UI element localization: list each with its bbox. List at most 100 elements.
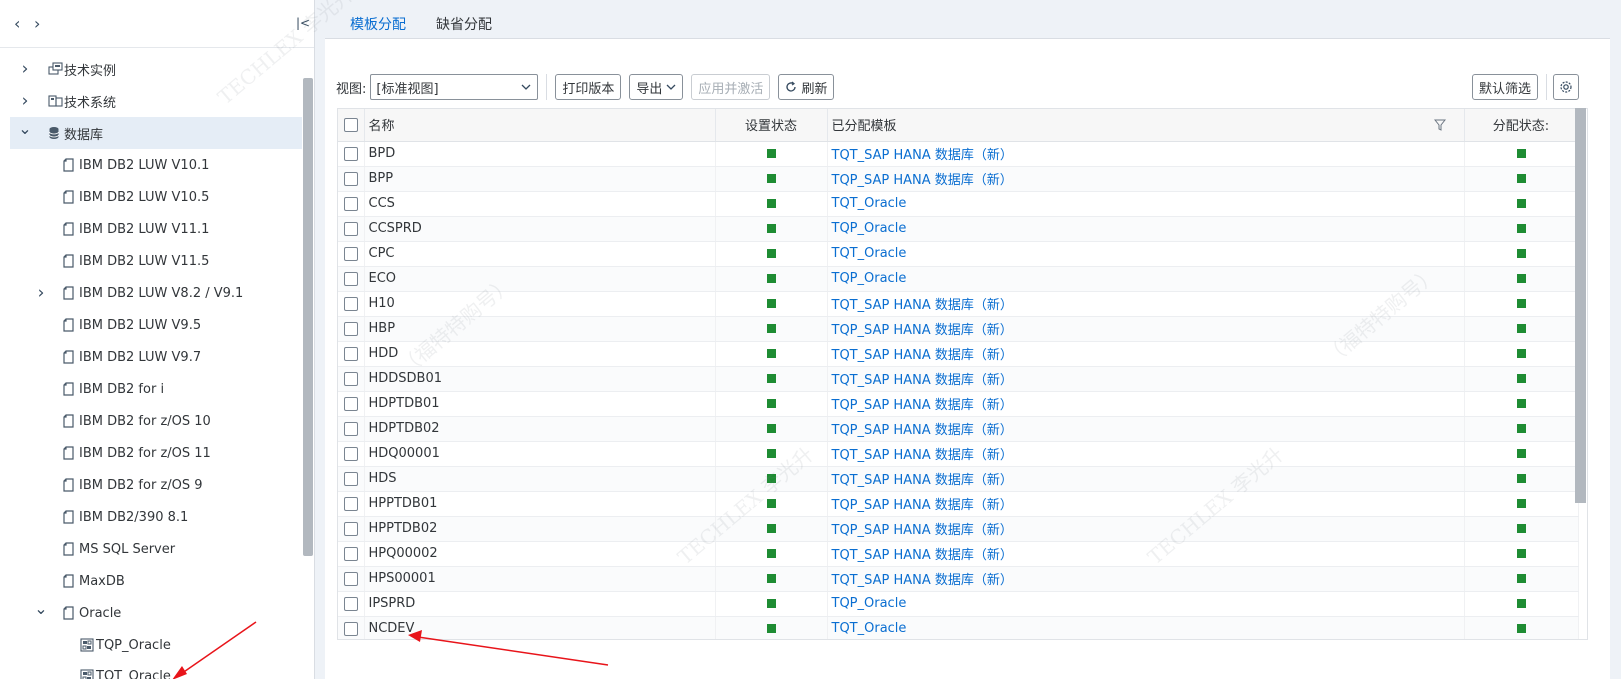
row-checkbox-cell[interactable] xyxy=(338,316,365,342)
row-checkbox[interactable] xyxy=(343,196,358,211)
row-checkbox-cell[interactable] xyxy=(338,416,365,442)
chevron-down-icon[interactable]: ⌄ xyxy=(34,599,48,618)
tree-scrollbar[interactable] xyxy=(303,78,313,556)
tree-item[interactable]: MS SQL Server xyxy=(10,533,302,565)
table-row[interactable]: BPD TQT_SAP HANA 数据库（新） xyxy=(338,141,1579,167)
column-header-name[interactable]: 名称 xyxy=(364,109,716,142)
table-scrollbar[interactable] xyxy=(1575,108,1586,503)
row-checkbox-cell[interactable] xyxy=(338,616,365,639)
row-checkbox[interactable] xyxy=(343,371,358,386)
tree-item[interactable]: › 技术实例 xyxy=(10,53,302,85)
chevron-right-icon[interactable]: › xyxy=(18,59,32,79)
apply-activate-button[interactable]: 应用并激活 xyxy=(691,74,771,100)
column-header-set-status[interactable]: 设置状态 xyxy=(715,109,828,142)
template-link[interactable]: TQT_Oracle xyxy=(832,246,907,261)
tree-item[interactable]: IBM DB2/390 8.1 xyxy=(10,501,302,533)
tree-item[interactable]: › 技术系统 xyxy=(10,85,302,117)
table-row[interactable]: ECO TQP_Oracle xyxy=(338,266,1579,292)
row-checkbox-cell[interactable] xyxy=(338,566,365,592)
row-checkbox-cell[interactable] xyxy=(338,241,365,267)
template-link[interactable]: TQT_Oracle xyxy=(832,196,907,211)
filter-icon[interactable] xyxy=(1433,119,1446,131)
tree-item[interactable]: ⌄ Oracle xyxy=(10,597,302,629)
tab-default-assignment[interactable]: 缺省分配 xyxy=(436,0,492,40)
refresh-button[interactable]: 刷新 xyxy=(778,74,835,100)
row-checkbox[interactable] xyxy=(343,546,358,561)
table-row[interactable]: NCDEV TQT_Oracle xyxy=(338,616,1579,639)
row-checkbox-cell[interactable] xyxy=(338,466,365,492)
row-checkbox[interactable] xyxy=(343,521,358,536)
chevron-right-icon[interactable]: › xyxy=(34,14,40,33)
collapse-left-icon[interactable]: |< xyxy=(296,16,310,30)
tab-template-assignment[interactable]: 模板分配 xyxy=(350,0,406,40)
table-row[interactable]: IPSPRD TQP_Oracle xyxy=(338,591,1579,617)
table-row[interactable]: CCSPRD TQP_Oracle xyxy=(338,216,1579,242)
template-link[interactable]: TQP_SAP HANA 数据库（新） xyxy=(832,173,1013,188)
tree-item[interactable]: IBM DB2 LUW V11.5 xyxy=(10,245,302,277)
table-row[interactable]: HDS TQT_SAP HANA 数据库（新） xyxy=(338,466,1579,492)
export-button[interactable]: 导出 xyxy=(629,74,684,100)
row-checkbox-cell[interactable] xyxy=(338,291,365,317)
template-link[interactable]: TQT_SAP HANA 数据库（新） xyxy=(832,348,1013,363)
row-checkbox-cell[interactable] xyxy=(338,366,365,392)
template-link[interactable]: TQP_SAP HANA 数据库（新） xyxy=(832,523,1013,538)
chevron-left-icon[interactable]: ‹ xyxy=(14,14,20,33)
template-link[interactable]: TQP_SAP HANA 数据库（新） xyxy=(832,498,1013,513)
select-all-checkbox[interactable] xyxy=(343,117,358,132)
tree-item[interactable]: IBM DB2 for z/OS 11 xyxy=(10,437,302,469)
column-header-assigned-template[interactable]: 已分配模板 xyxy=(827,109,1465,142)
table-row[interactable]: H10 TQT_SAP HANA 数据库（新） xyxy=(338,291,1579,317)
tree-item[interactable]: ⌄ 数据库 xyxy=(10,117,302,149)
row-checkbox[interactable] xyxy=(343,296,358,311)
row-checkbox[interactable] xyxy=(343,146,358,161)
row-checkbox[interactable] xyxy=(343,171,358,186)
tree-item[interactable]: MaxDB xyxy=(10,565,302,597)
table-row[interactable]: HBP TQP_SAP HANA 数据库（新） xyxy=(338,316,1579,342)
row-checkbox[interactable] xyxy=(343,346,358,361)
table-row[interactable]: CCS TQT_Oracle xyxy=(338,191,1579,217)
row-checkbox[interactable] xyxy=(343,271,358,286)
table-row[interactable]: BPP TQP_SAP HANA 数据库（新） xyxy=(338,166,1579,192)
row-checkbox[interactable] xyxy=(343,496,358,511)
table-row[interactable]: HPQ00002 TQT_SAP HANA 数据库（新） xyxy=(338,541,1579,567)
table-row[interactable]: HPS00001 TQT_SAP HANA 数据库（新） xyxy=(338,566,1579,592)
table-row[interactable]: HDPTDB02 TQP_SAP HANA 数据库（新） xyxy=(338,416,1579,442)
template-link[interactable]: TQP_Oracle xyxy=(832,271,907,286)
template-link[interactable]: TQP_SAP HANA 数据库（新） xyxy=(832,323,1013,338)
tree-item[interactable]: IBM DB2 LUW V9.5 xyxy=(10,309,302,341)
table-row[interactable]: CPC TQT_Oracle xyxy=(338,241,1579,267)
default-filter-button[interactable]: 默认筛选 xyxy=(1472,74,1539,100)
table-row[interactable]: HDDSDB01 TQT_SAP HANA 数据库（新） xyxy=(338,366,1579,392)
row-checkbox-cell[interactable] xyxy=(338,591,365,617)
tree-item[interactable]: IBM DB2 for z/OS 9 xyxy=(10,469,302,501)
tree-item[interactable]: TQT_Oracle xyxy=(10,661,302,679)
row-checkbox-cell[interactable] xyxy=(338,441,365,467)
row-checkbox[interactable] xyxy=(343,321,358,336)
table-row[interactable]: HDD TQT_SAP HANA 数据库（新） xyxy=(338,341,1579,367)
tree-item[interactable]: TQP_Oracle xyxy=(10,629,302,661)
column-header-assign-status[interactable]: 分配状态: xyxy=(1464,109,1579,142)
row-checkbox-cell[interactable] xyxy=(338,516,365,542)
template-link[interactable]: TQT_SAP HANA 数据库（新） xyxy=(832,298,1013,313)
template-link[interactable]: TQP_SAP HANA 数据库（新） xyxy=(832,398,1013,413)
template-link[interactable]: TQP_Oracle xyxy=(832,596,907,611)
table-row[interactable]: HDQ00001 TQT_SAP HANA 数据库（新） xyxy=(338,441,1579,467)
template-link[interactable]: TQT_SAP HANA 数据库（新） xyxy=(832,448,1013,463)
table-row[interactable]: HPPTDB02 TQP_SAP HANA 数据库（新） xyxy=(338,516,1579,542)
row-checkbox[interactable] xyxy=(343,221,358,236)
tree-item[interactable]: IBM DB2 for i xyxy=(10,373,302,405)
chevron-down-icon[interactable]: ⌄ xyxy=(18,119,32,138)
row-checkbox[interactable] xyxy=(343,621,358,636)
template-link[interactable]: TQT_SAP HANA 数据库（新） xyxy=(832,373,1013,388)
chevron-right-icon[interactable]: › xyxy=(34,283,48,303)
tree-item[interactable]: IBM DB2 LUW V10.1 xyxy=(10,149,302,181)
table-row[interactable]: HPPTDB01 TQP_SAP HANA 数据库（新） xyxy=(338,491,1579,517)
table-row[interactable]: HDPTDB01 TQP_SAP HANA 数据库（新） xyxy=(338,391,1579,417)
row-checkbox-cell[interactable] xyxy=(338,491,365,517)
template-link[interactable]: TQP_Oracle xyxy=(832,221,907,236)
template-link[interactable]: TQT_SAP HANA 数据库（新） xyxy=(832,573,1013,588)
row-checkbox[interactable] xyxy=(343,396,358,411)
template-link[interactable]: TQP_SAP HANA 数据库（新） xyxy=(832,423,1013,438)
template-link[interactable]: TQT_SAP HANA 数据库（新） xyxy=(832,473,1013,488)
select-all-cell[interactable] xyxy=(338,109,365,142)
